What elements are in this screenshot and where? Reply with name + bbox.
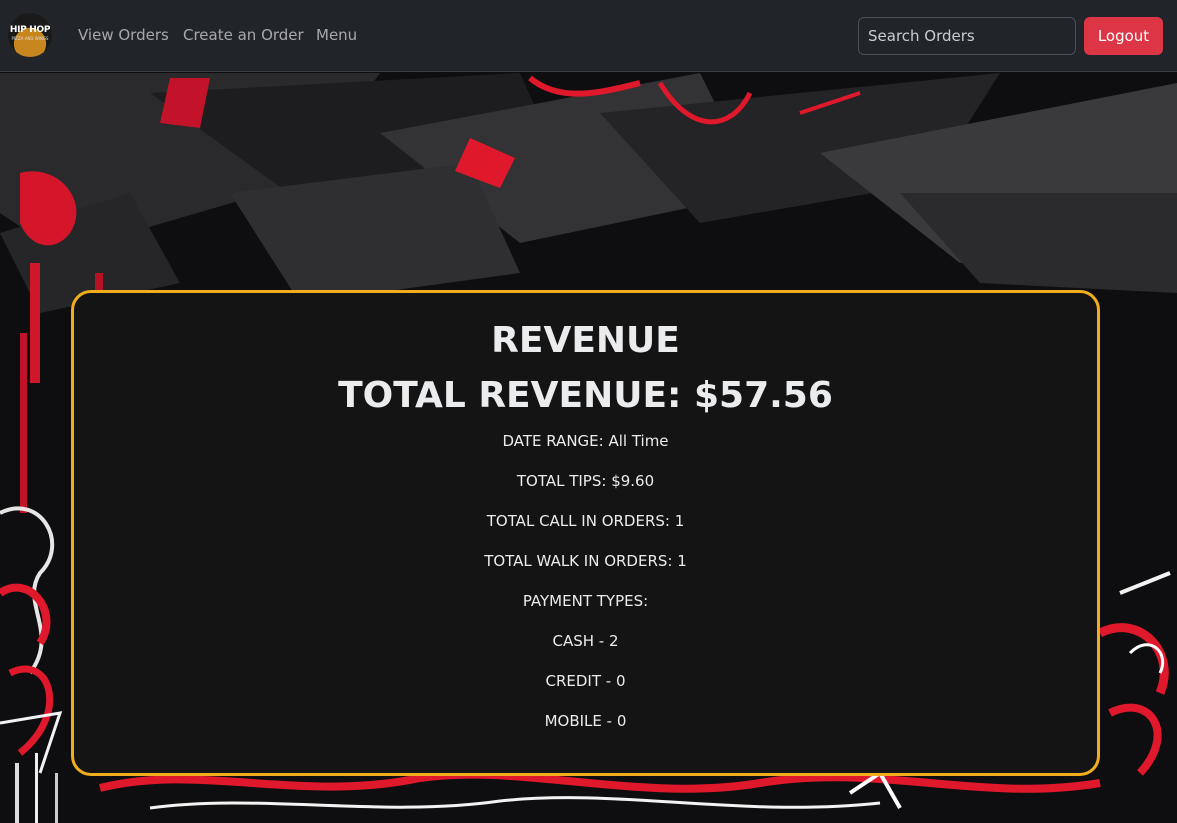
walk-in-orders-text: TOTAL WALK IN ORDERS: 1 bbox=[484, 552, 687, 570]
payment-type-mobile: MOBILE - 0 bbox=[544, 712, 627, 730]
nav-link-view-orders[interactable]: View Orders bbox=[78, 26, 169, 44]
payment-type-cash: CASH - 2 bbox=[552, 632, 619, 650]
payment-type-credit: CREDIT - 0 bbox=[545, 672, 626, 690]
payment-types-label: PAYMENT TYPES: bbox=[522, 592, 649, 610]
logo-subtext: PIZZA AND WINGS bbox=[11, 36, 49, 41]
navbar: HIP HOP PIZZA AND WINGS View Orders Crea… bbox=[0, 0, 1177, 72]
logo-text: HIP HOP bbox=[9, 25, 51, 35]
logout-button[interactable]: Logout bbox=[1084, 17, 1163, 55]
revenue-heading: REVENUE bbox=[491, 320, 680, 361]
search-orders-input[interactable] bbox=[858, 17, 1076, 55]
revenue-card: REVENUE TOTAL REVENUE: $57.56 DATE RANGE… bbox=[71, 290, 1100, 776]
nav-link-create-order[interactable]: Create an Order bbox=[183, 26, 304, 44]
call-in-orders-text: TOTAL CALL IN ORDERS: 1 bbox=[486, 512, 685, 530]
total-tips-text: TOTAL TIPS: $9.60 bbox=[516, 472, 655, 490]
brand-logo[interactable]: HIP HOP PIZZA AND WINGS bbox=[8, 13, 52, 57]
total-revenue-heading: TOTAL REVENUE: $57.56 bbox=[338, 375, 833, 416]
date-range-text: DATE RANGE: All Time bbox=[502, 432, 669, 450]
nav-link-menu[interactable]: Menu bbox=[316, 26, 357, 44]
